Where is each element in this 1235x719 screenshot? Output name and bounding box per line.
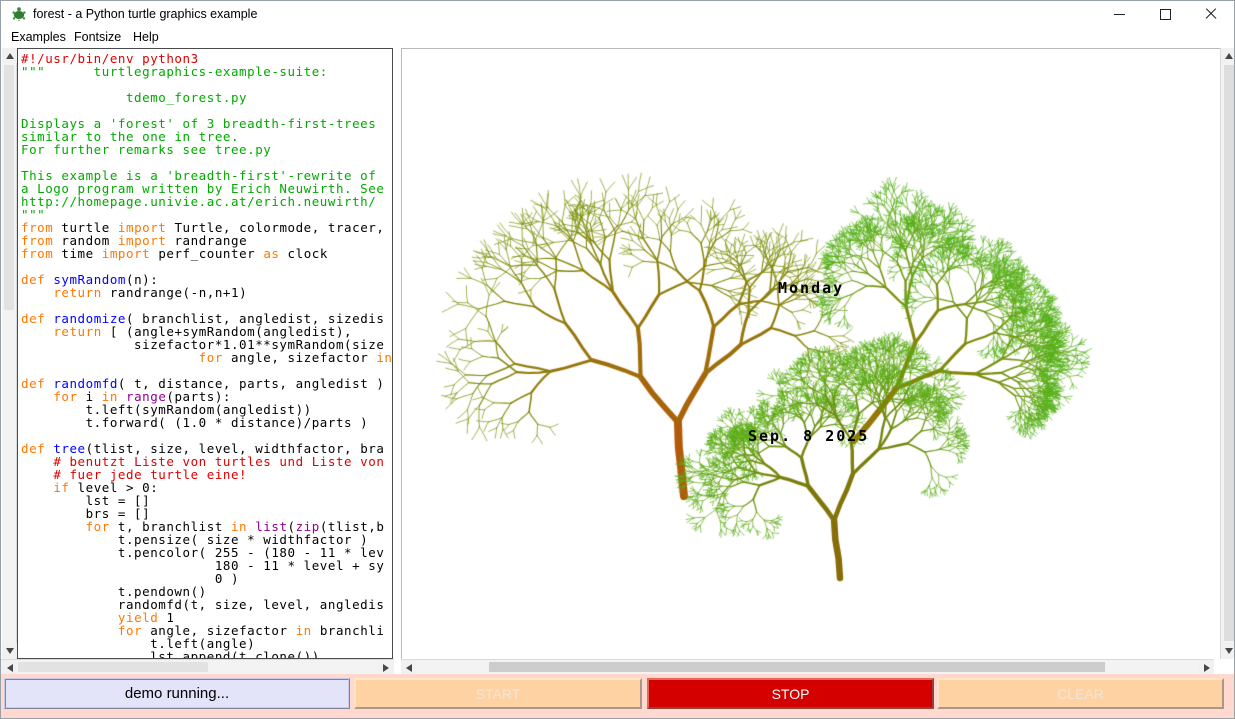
close-icon — [1205, 8, 1217, 20]
window-title: forest - a Python turtle graphics exampl… — [33, 7, 257, 21]
start-button[interactable]: START — [354, 678, 642, 709]
menubar: Examples Fontsize Help — [1, 27, 1234, 48]
canvas-hscroll-thumb[interactable] — [489, 662, 1105, 672]
canvas-hscrollbar[interactable] — [401, 659, 1214, 674]
code-scroll-up-arrow-icon[interactable] — [2, 48, 17, 63]
code-vscrollbar[interactable] — [2, 48, 17, 659]
minimize-button[interactable] — [1096, 1, 1142, 27]
close-button[interactable] — [1188, 1, 1234, 27]
maximize-icon — [1160, 9, 1171, 20]
canvas-scroll-left-arrow-icon[interactable] — [401, 660, 416, 675]
stop-button[interactable]: STOP — [647, 678, 934, 709]
menu-item-help[interactable]: Help — [133, 30, 159, 44]
app-window: forest - a Python turtle graphics exampl… — [0, 0, 1235, 719]
code-vscroll-thumb[interactable] — [4, 65, 14, 310]
code-scroll-left-arrow-icon[interactable] — [2, 660, 17, 675]
pane-divider — [394, 48, 401, 674]
code-scroll-right-arrow-icon[interactable] — [378, 660, 393, 675]
canvas-text-monday: Monday — [778, 279, 844, 297]
bottom-bar: demo running... START STOP CLEAR — [1, 674, 1235, 719]
menu-item-examples[interactable]: Examples — [11, 30, 66, 44]
canvas-vscrollbar[interactable] — [1220, 48, 1235, 659]
code-hscrollbar[interactable] — [1, 659, 394, 674]
maximize-button[interactable] — [1142, 1, 1188, 27]
minimize-icon — [1114, 14, 1125, 15]
clear-button[interactable]: CLEAR — [937, 678, 1224, 709]
turtle-icon — [11, 6, 27, 22]
canvas-scroll-down-arrow-icon[interactable] — [1221, 643, 1235, 658]
canvas-pane: Monday Sep. 8 2025 — [401, 48, 1220, 659]
canvas-scroll-right-arrow-icon[interactable] — [1199, 660, 1214, 675]
canvas-vscroll-thumb[interactable] — [1224, 65, 1234, 641]
titlebar[interactable]: forest - a Python turtle graphics exampl… — [1, 1, 1234, 27]
canvas-text-date: Sep. 8 2025 — [748, 427, 869, 445]
menu-item-fontsize[interactable]: Fontsize — [74, 30, 121, 44]
canvas-scroll-up-arrow-icon[interactable] — [1221, 48, 1235, 63]
code-scroll-down-arrow-icon[interactable] — [2, 643, 17, 658]
code-hscroll-thumb[interactable] — [18, 662, 208, 672]
status-label: demo running... — [4, 678, 350, 709]
code-text: #!/usr/bin/env python3""" turtlegraphics… — [17, 48, 393, 659]
turtle-canvas — [402, 49, 1220, 659]
